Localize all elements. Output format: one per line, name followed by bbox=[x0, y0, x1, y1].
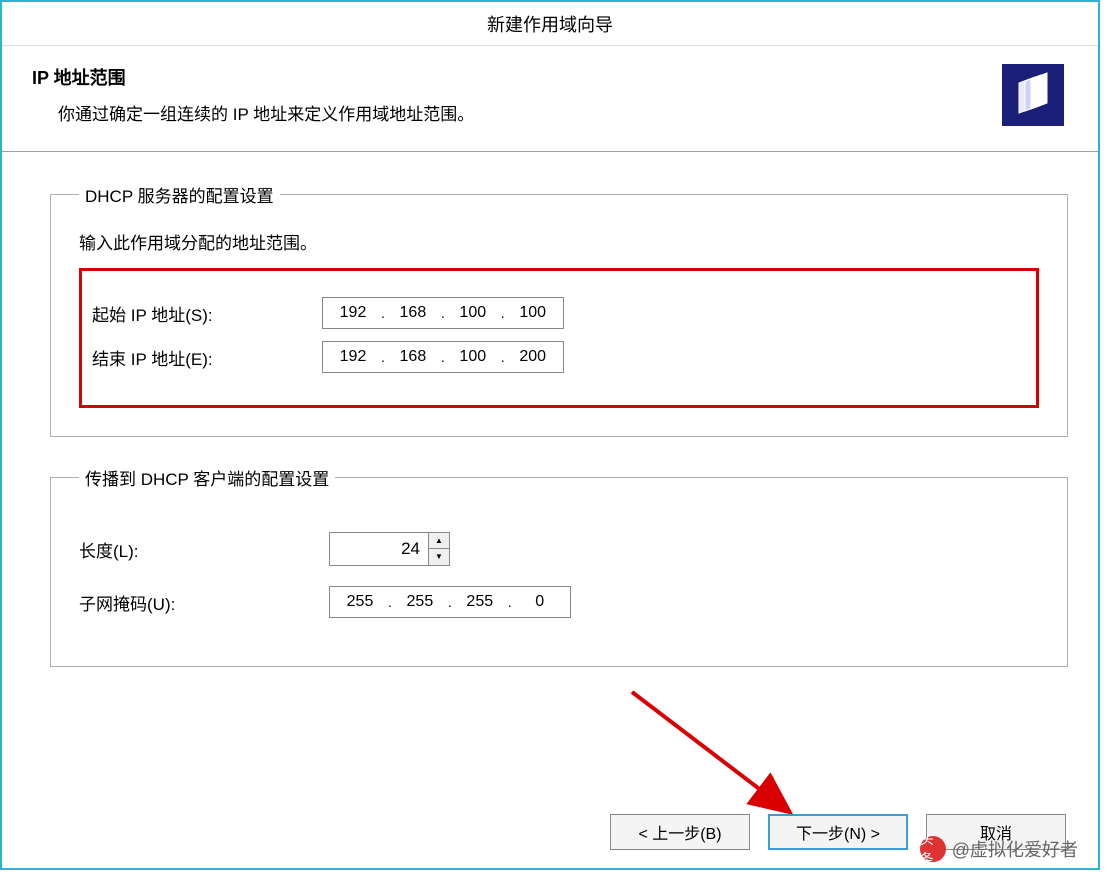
end-ip-octet-3[interactable] bbox=[447, 343, 499, 371]
pages-icon bbox=[1009, 71, 1057, 119]
end-ip-octet-4[interactable] bbox=[507, 343, 559, 371]
subnet-mask-input[interactable]: . . . bbox=[329, 586, 571, 618]
ip-dot: . bbox=[439, 305, 447, 321]
ip-dot: . bbox=[379, 349, 387, 365]
ip-dot: . bbox=[506, 594, 514, 610]
mask-octet-2[interactable] bbox=[394, 588, 446, 616]
length-spin-up[interactable]: ▲ bbox=[429, 533, 449, 549]
end-ip-label: 结束 IP 地址(E): bbox=[92, 345, 322, 370]
mask-octet-1[interactable] bbox=[334, 588, 386, 616]
wizard-icon bbox=[1002, 64, 1064, 126]
back-button[interactable]: < 上一步(B) bbox=[610, 814, 750, 850]
wizard-window: 新建作用域向导 IP 地址范围 你通过确定一组连续的 IP 地址来定义作用域地址… bbox=[0, 0, 1100, 870]
start-ip-octet-3[interactable] bbox=[447, 299, 499, 327]
end-ip-input[interactable]: . . . bbox=[322, 341, 564, 373]
start-ip-octet-2[interactable] bbox=[387, 299, 439, 327]
address-range-instruction: 输入此作用域分配的地址范围。 bbox=[79, 229, 1039, 254]
wizard-header: IP 地址范围 你通过确定一组连续的 IP 地址来定义作用域地址范围。 bbox=[2, 46, 1098, 152]
end-ip-row: 结束 IP 地址(E): . . . bbox=[92, 341, 1026, 373]
ip-dot: . bbox=[499, 305, 507, 321]
wizard-button-bar: < 上一步(B) 下一步(N) > 取消 bbox=[610, 814, 1066, 850]
end-ip-octet-2[interactable] bbox=[387, 343, 439, 371]
header-text: IP 地址范围 你通过确定一组连续的 IP 地址来定义作用域地址范围。 bbox=[32, 64, 1002, 151]
mask-row: 子网掩码(U): . . . bbox=[79, 586, 1039, 618]
start-ip-input[interactable]: . . . bbox=[322, 297, 564, 329]
start-ip-label: 起始 IP 地址(S): bbox=[92, 301, 322, 326]
mask-octet-3[interactable] bbox=[454, 588, 506, 616]
start-ip-row: 起始 IP 地址(S): . . . bbox=[92, 297, 1026, 329]
server-config-legend: DHCP 服务器的配置设置 bbox=[79, 182, 280, 207]
ip-dot: . bbox=[439, 349, 447, 365]
mask-octet-4[interactable] bbox=[514, 588, 566, 616]
ip-dot: . bbox=[446, 594, 454, 610]
cancel-button[interactable]: 取消 bbox=[926, 814, 1066, 850]
length-row: 长度(L): ▲ ▼ bbox=[79, 532, 1039, 566]
next-button[interactable]: 下一步(N) > bbox=[768, 814, 908, 850]
client-config-legend: 传播到 DHCP 客户端的配置设置 bbox=[79, 465, 335, 490]
mask-label: 子网掩码(U): bbox=[79, 590, 329, 615]
length-spinner[interactable]: ▲ ▼ bbox=[329, 532, 450, 566]
spinner-buttons: ▲ ▼ bbox=[429, 532, 450, 566]
window-title: 新建作用域向导 bbox=[487, 11, 613, 37]
page-heading: IP 地址范围 bbox=[32, 64, 1002, 90]
length-spin-down[interactable]: ▼ bbox=[429, 549, 449, 565]
ip-dot: . bbox=[379, 305, 387, 321]
content-area: DHCP 服务器的配置设置 输入此作用域分配的地址范围。 起始 IP 地址(S)… bbox=[2, 152, 1098, 667]
server-config-group: DHCP 服务器的配置设置 输入此作用域分配的地址范围。 起始 IP 地址(S)… bbox=[50, 182, 1068, 437]
length-label: 长度(L): bbox=[79, 537, 329, 562]
start-ip-octet-4[interactable] bbox=[507, 299, 559, 327]
ip-dot: . bbox=[499, 349, 507, 365]
page-subheading: 你通过确定一组连续的 IP 地址来定义作用域地址范围。 bbox=[58, 100, 1002, 125]
client-config-group: 传播到 DHCP 客户端的配置设置 长度(L): ▲ ▼ 子网掩码(U): . bbox=[50, 465, 1068, 667]
end-ip-octet-1[interactable] bbox=[327, 343, 379, 371]
titlebar: 新建作用域向导 bbox=[2, 2, 1098, 46]
ip-range-highlight: 起始 IP 地址(S): . . . 结束 IP 地址(E): bbox=[79, 268, 1039, 408]
length-input[interactable] bbox=[329, 532, 429, 566]
ip-dot: . bbox=[386, 594, 394, 610]
start-ip-octet-1[interactable] bbox=[327, 299, 379, 327]
